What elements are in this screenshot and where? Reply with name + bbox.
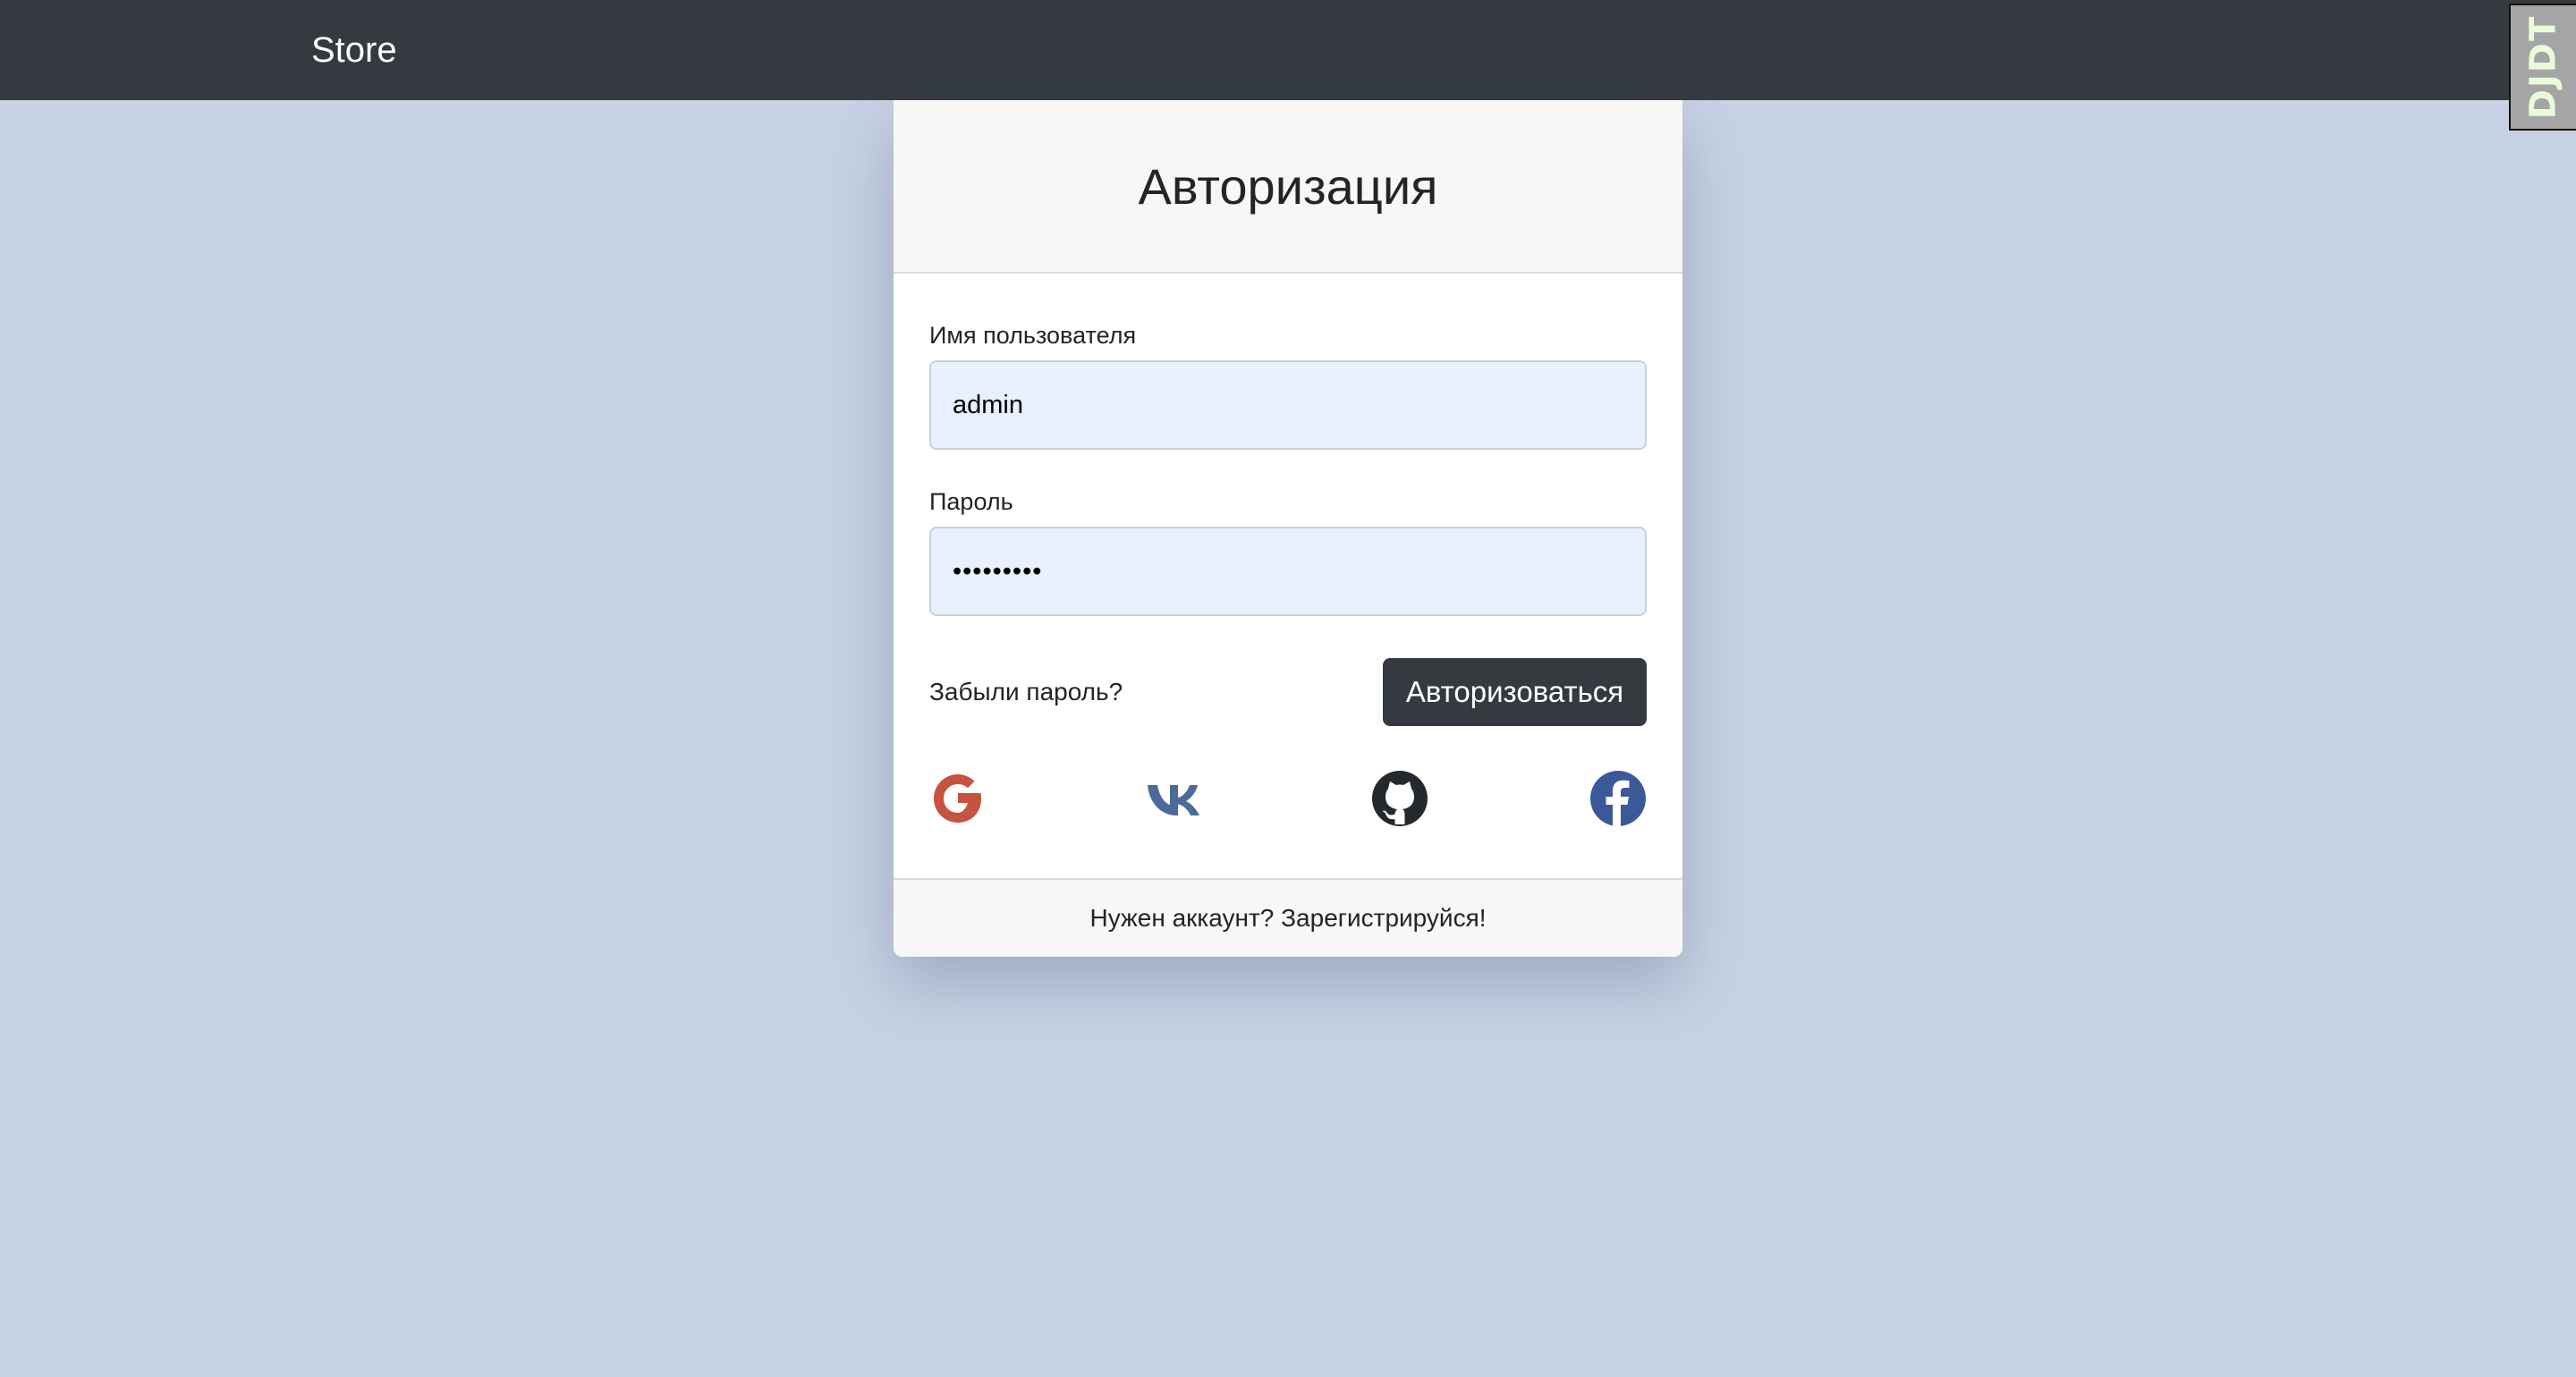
debug-toolbar-label: DJDT <box>2522 14 2564 120</box>
password-input[interactable] <box>929 527 1647 616</box>
brand-link[interactable]: Store <box>311 25 397 75</box>
login-submit-button[interactable]: Авторизоваться <box>1383 658 1647 726</box>
github-login-link[interactable] <box>1370 769 1429 828</box>
register-link[interactable]: Нужен аккаунт? Зарегистрируйся! <box>1089 904 1486 933</box>
login-card-footer: Нужен аккаунт? Зарегистрируйся! <box>894 878 1682 957</box>
facebook-icon <box>1590 771 1646 828</box>
password-label: Пароль <box>929 488 1013 515</box>
forgot-password-link[interactable]: Забыли пароль? <box>929 678 1123 706</box>
google-icon <box>934 774 981 823</box>
github-icon <box>1372 771 1428 826</box>
vk-login-link[interactable] <box>1146 769 1205 828</box>
debug-toolbar-handle[interactable]: DJDT <box>2509 4 2576 131</box>
login-card: Авторизация Имя пользователя Пароль Забы… <box>894 100 1682 957</box>
facebook-login-link[interactable] <box>1589 769 1648 828</box>
login-card-header: Авторизация <box>894 100 1682 274</box>
page-title: Авторизация <box>1138 157 1438 215</box>
top-navbar: Store <box>0 0 2576 100</box>
vk-icon <box>1148 785 1199 815</box>
username-input[interactable] <box>929 360 1647 450</box>
username-label: Имя пользователя <box>929 322 1137 349</box>
google-login-link[interactable] <box>928 769 987 828</box>
